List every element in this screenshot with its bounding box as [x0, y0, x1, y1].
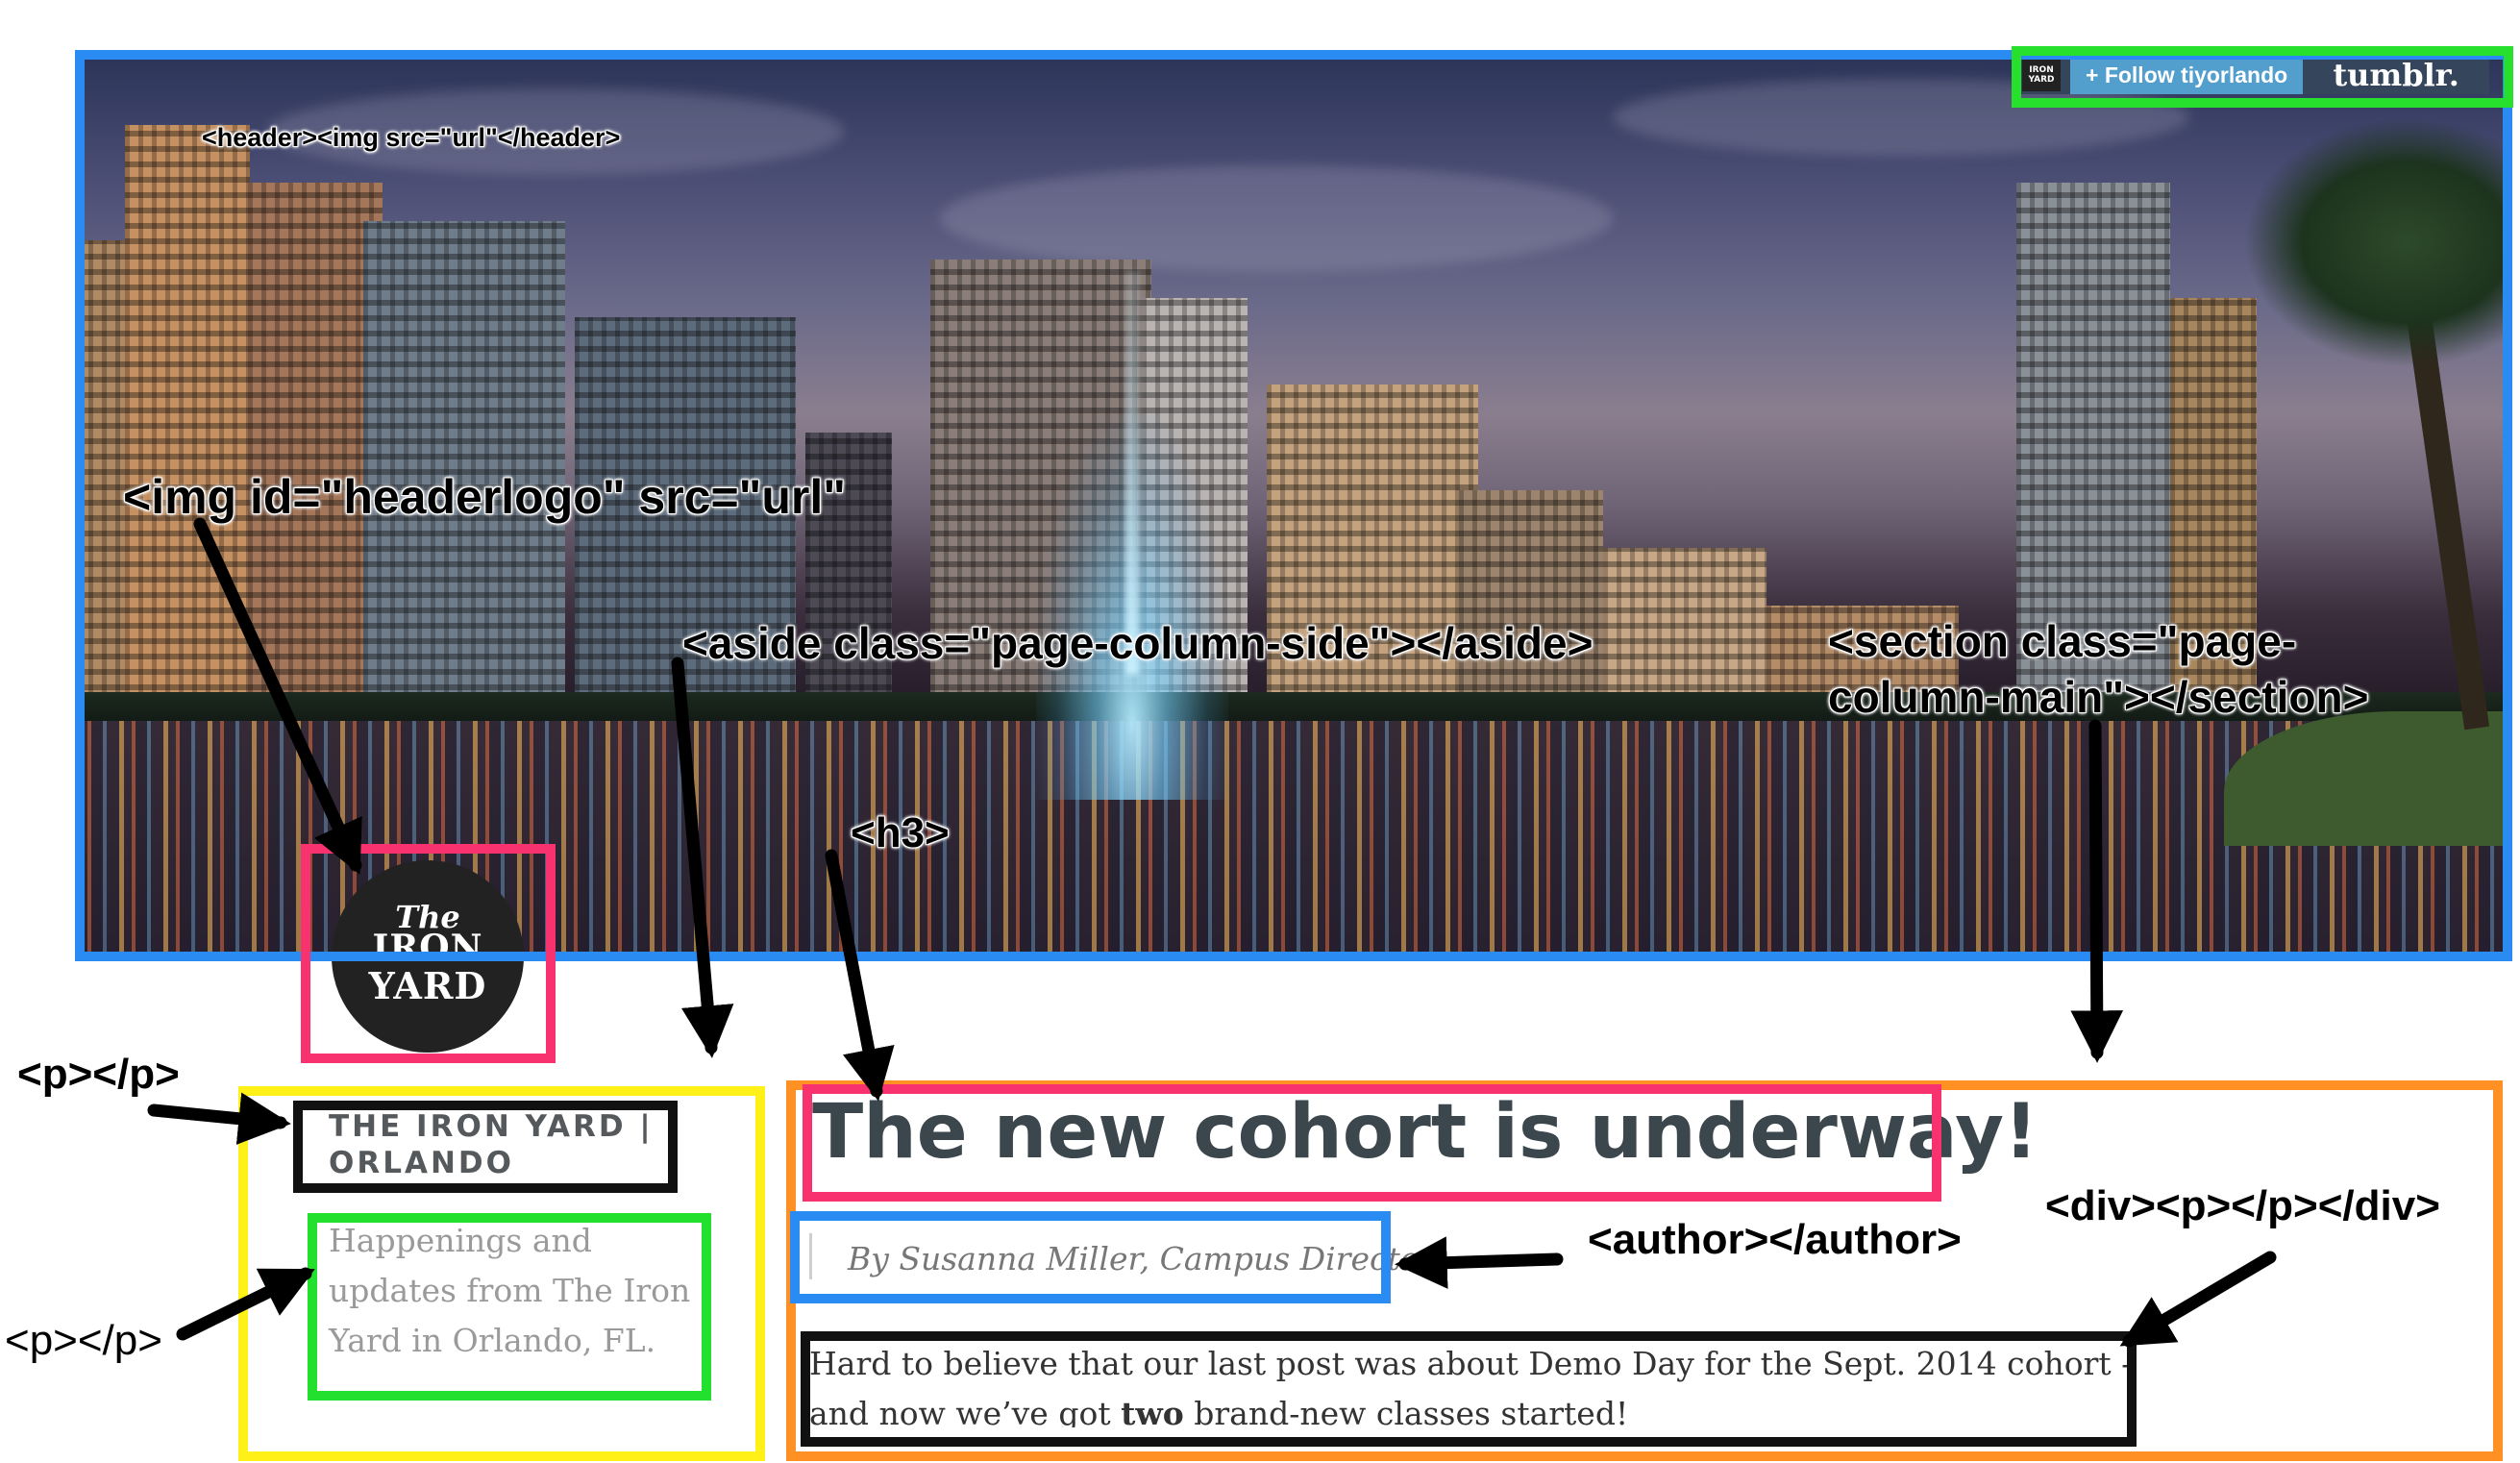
logo-highlight-box [301, 844, 556, 1063]
h3-highlight-box [803, 1084, 1941, 1202]
author-annotation: <author></author> [1588, 1216, 1962, 1263]
headerlogo-annotation: <img id="headerlogo" src="url" [123, 470, 846, 524]
section-annotation: <section class="page- [1828, 616, 2297, 666]
site-name-highlight-box [293, 1101, 678, 1193]
paragraph-annotation: <p></p> [5, 1317, 162, 1364]
div-highlight-box [801, 1331, 2137, 1447]
author-highlight-box [790, 1211, 1391, 1303]
header-annotation: <header><img src="url"</header> [202, 123, 621, 152]
section-annotation: column-main"></section> [1828, 672, 2369, 722]
tumblr-highlight-box [2012, 46, 2513, 108]
div-annotation: <div><p></p></div> [2045, 1182, 2440, 1229]
aside-annotation: <aside class="page-column-side"></aside> [682, 618, 1594, 668]
paragraph-annotation: <p></p> [17, 1051, 180, 1098]
h3-annotation: <h3> [851, 809, 950, 856]
description-highlight-box [308, 1213, 711, 1401]
